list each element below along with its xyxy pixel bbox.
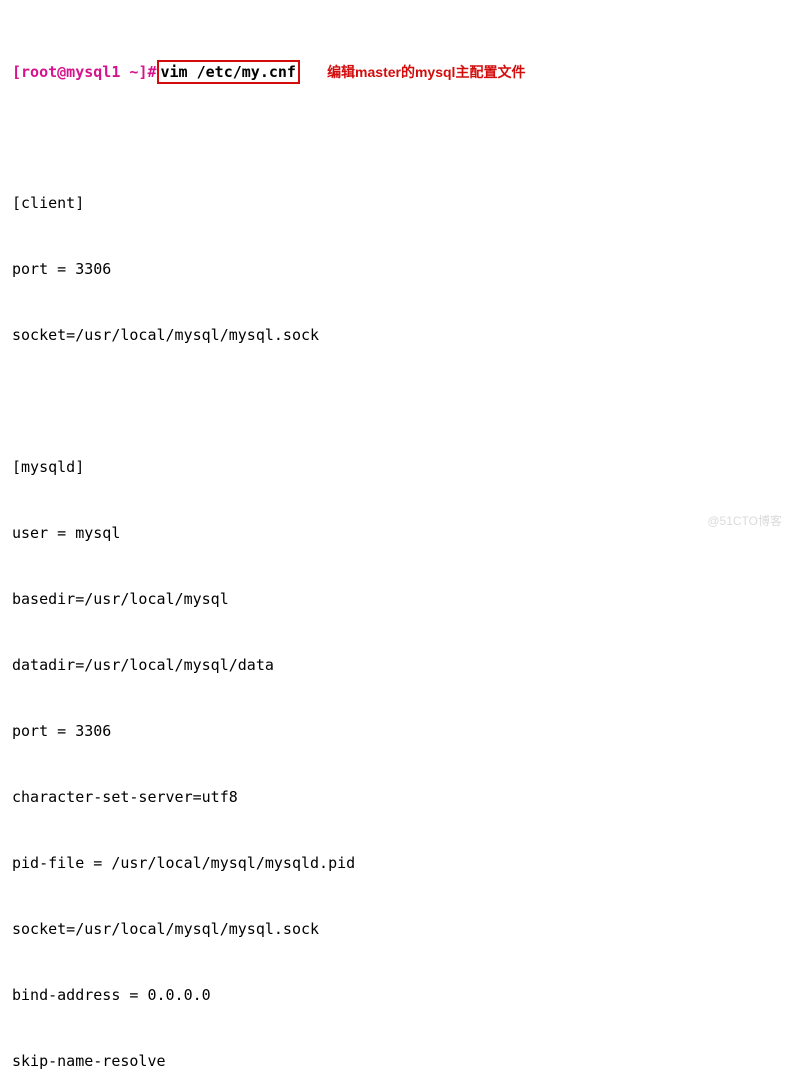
cfg-client-header: [client]	[12, 192, 780, 214]
terminal-content: [root@mysql1 ~]# vim /etc/my.cnf 编辑master…	[12, 16, 780, 1080]
cfg-mysqld-header: [mysqld]	[12, 456, 780, 478]
cfg-user: user = mysql	[12, 522, 780, 544]
watermark: @51CTO博客	[707, 510, 782, 532]
cfg-client-port: port = 3306	[12, 258, 780, 280]
prompt-close: ]#	[138, 63, 156, 81]
prompt-open: [	[12, 63, 21, 81]
cfg-datadir: datadir=/usr/local/mysql/data	[12, 654, 780, 676]
cfg-pidfile: pid-file = /usr/local/mysql/mysqld.pid	[12, 852, 780, 874]
command-box: vim /etc/my.cnf	[157, 60, 300, 84]
cfg-basedir: basedir=/usr/local/mysql	[12, 588, 780, 610]
cfg-port: port = 3306	[12, 720, 780, 742]
cfg-skip: skip-name-resolve	[12, 1050, 780, 1072]
prompt-path: ~	[120, 63, 138, 81]
cfg-socket: socket=/usr/local/mysql/mysql.sock	[12, 918, 780, 940]
annotation-edit-master: 编辑master的mysql主配置文件	[327, 64, 525, 80]
cfg-client-socket: socket=/usr/local/mysql/mysql.sock	[12, 324, 780, 346]
prompt-line: [root@mysql1 ~]# vim /etc/my.cnf 编辑master…	[12, 60, 780, 82]
cfg-bind: bind-address = 0.0.0.0	[12, 984, 780, 1006]
command-text: vim /etc/my.cnf	[161, 63, 296, 81]
cfg-charset: character-set-server=utf8	[12, 786, 780, 808]
prompt-user: root@mysql1	[21, 63, 120, 81]
